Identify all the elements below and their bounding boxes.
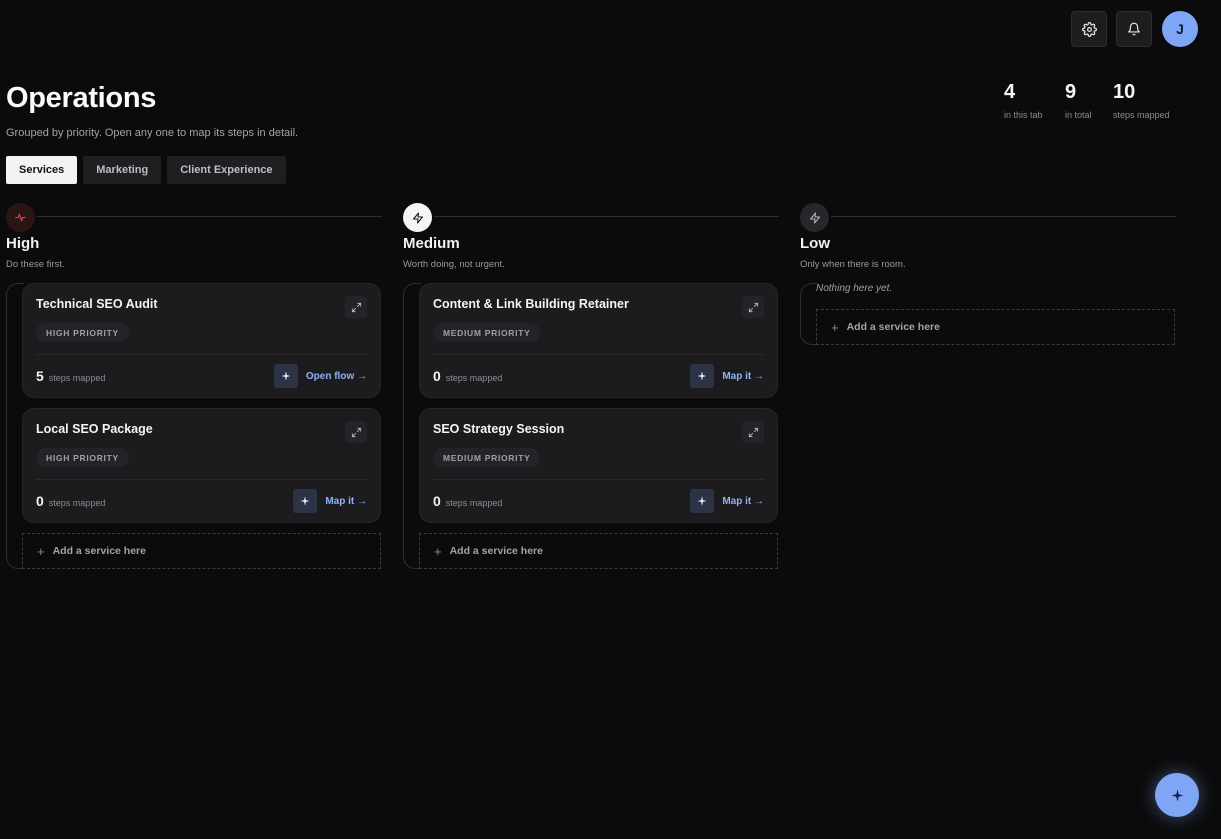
steps-count: 5 steps mapped [36, 368, 105, 384]
sparkle-icon [690, 489, 715, 513]
column-title: High [6, 235, 40, 252]
map-it-button[interactable]: Map it → [690, 489, 764, 513]
steps-label: steps mapped [445, 498, 503, 508]
stat-value: 10 [1113, 81, 1136, 103]
expand-button[interactable] [742, 421, 764, 443]
tab-client-experience[interactable]: Client Experience [167, 156, 286, 184]
stat-label: steps mapped [1113, 110, 1170, 120]
tab-marketing[interactable]: Marketing [83, 156, 162, 184]
priority-badge: HIGH PRIORITY [36, 323, 129, 342]
pulse-icon [6, 203, 35, 232]
service-card[interactable]: Technical SEO Audit HIGH PRIORITY 5 step… [22, 283, 381, 398]
card-title: SEO Strategy Session [433, 422, 565, 436]
service-card[interactable]: Content & Link Building Retainer MEDIUM … [419, 283, 778, 398]
gear-icon [1081, 21, 1097, 37]
steps-number: 0 [36, 493, 44, 509]
bolt-icon [800, 203, 829, 232]
steps-number: 0 [433, 368, 441, 384]
add-service-label: Add a service here [846, 321, 940, 333]
card-divider [36, 354, 367, 355]
add-service-button[interactable]: + Add a service here [816, 309, 1175, 345]
empty-state-text: Nothing here yet. [816, 283, 893, 294]
ai-assistant-button[interactable] [1155, 773, 1199, 817]
column-divider [831, 216, 1176, 217]
steps-count: 0 steps mapped [433, 368, 502, 384]
card-title: Content & Link Building Retainer [433, 297, 629, 311]
column-divider [37, 216, 382, 217]
add-service-label: Add a service here [449, 545, 543, 557]
stat-in-total: 9 in total [1065, 80, 1092, 120]
action-label: Map it → [722, 495, 764, 507]
sparkle-icon [690, 364, 715, 388]
stat-value: 9 [1065, 81, 1077, 103]
action-label: Open flow → [305, 370, 367, 382]
stat-steps-mapped: 10 steps mapped [1113, 80, 1170, 120]
column-description: Worth doing, not urgent. [403, 259, 505, 270]
priority-badge: HIGH PRIORITY [36, 448, 129, 467]
plus-icon: + [434, 543, 442, 559]
steps-label: steps mapped [48, 373, 106, 383]
stat-value: 4 [1004, 81, 1016, 103]
steps-number: 5 [36, 368, 44, 384]
expand-icon [748, 302, 758, 312]
expand-icon [351, 427, 361, 437]
open-flow-button[interactable]: Open flow → [273, 364, 367, 388]
action-label: Map it → [325, 495, 367, 507]
tab-bar: Services Marketing Client Experience [6, 156, 286, 184]
column-divider [434, 216, 779, 217]
tab-services[interactable]: Services [6, 156, 78, 184]
avatar[interactable]: J [1162, 11, 1198, 47]
service-card[interactable]: SEO Strategy Session MEDIUM PRIORITY 0 s… [419, 408, 778, 523]
settings-button[interactable] [1071, 11, 1107, 47]
priority-badge: MEDIUM PRIORITY [433, 448, 541, 467]
steps-count: 0 steps mapped [433, 493, 502, 509]
card-title: Technical SEO Audit [36, 297, 158, 311]
expand-button[interactable] [345, 421, 367, 443]
notifications-button[interactable] [1116, 11, 1152, 47]
map-it-button[interactable]: Map it → [690, 364, 764, 388]
column-description: Only when there is room. [800, 259, 906, 270]
column-medium: Medium Worth doing, not urgent. Content … [403, 203, 779, 569]
bolt-icon [403, 203, 432, 232]
add-service-label: Add a service here [52, 545, 146, 557]
plus-icon: + [37, 543, 45, 559]
card-title: Local SEO Package [36, 422, 153, 436]
page-title: Operations [6, 82, 157, 114]
stat-label: in total [1065, 110, 1092, 120]
card-divider [433, 479, 764, 480]
steps-label: steps mapped [48, 498, 106, 508]
priority-badge: MEDIUM PRIORITY [433, 323, 541, 342]
expand-icon [351, 302, 361, 312]
column-title: Low [800, 235, 830, 252]
sparkle-icon [293, 489, 318, 513]
expand-icon [748, 427, 758, 437]
steps-count: 0 steps mapped [36, 493, 105, 509]
plus-icon: + [831, 319, 839, 335]
column-high: High Do these first. Technical SEO Audit… [6, 203, 382, 569]
add-service-button[interactable]: + Add a service here [22, 533, 381, 569]
add-service-button[interactable]: + Add a service here [419, 533, 778, 569]
stat-label: in this tab [1004, 110, 1043, 120]
map-it-button[interactable]: Map it → [293, 489, 367, 513]
column-description: Do these first. [6, 259, 65, 270]
card-divider [433, 354, 764, 355]
steps-number: 0 [433, 493, 441, 509]
service-card[interactable]: Local SEO Package HIGH PRIORITY 0 steps … [22, 408, 381, 523]
steps-label: steps mapped [445, 373, 503, 383]
column-title: Medium [403, 235, 460, 252]
bell-icon [1128, 22, 1140, 36]
expand-button[interactable] [345, 296, 367, 318]
card-divider [36, 479, 367, 480]
page-subtitle: Grouped by priority. Open any one to map… [6, 127, 299, 139]
sparkle-icon [1171, 789, 1183, 801]
column-low: Low Only when there is room. Nothing her… [800, 203, 1176, 345]
expand-button[interactable] [742, 296, 764, 318]
stat-in-this-tab: 4 in this tab [1004, 80, 1043, 120]
action-label: Map it → [722, 370, 764, 382]
sparkle-icon [273, 364, 298, 388]
